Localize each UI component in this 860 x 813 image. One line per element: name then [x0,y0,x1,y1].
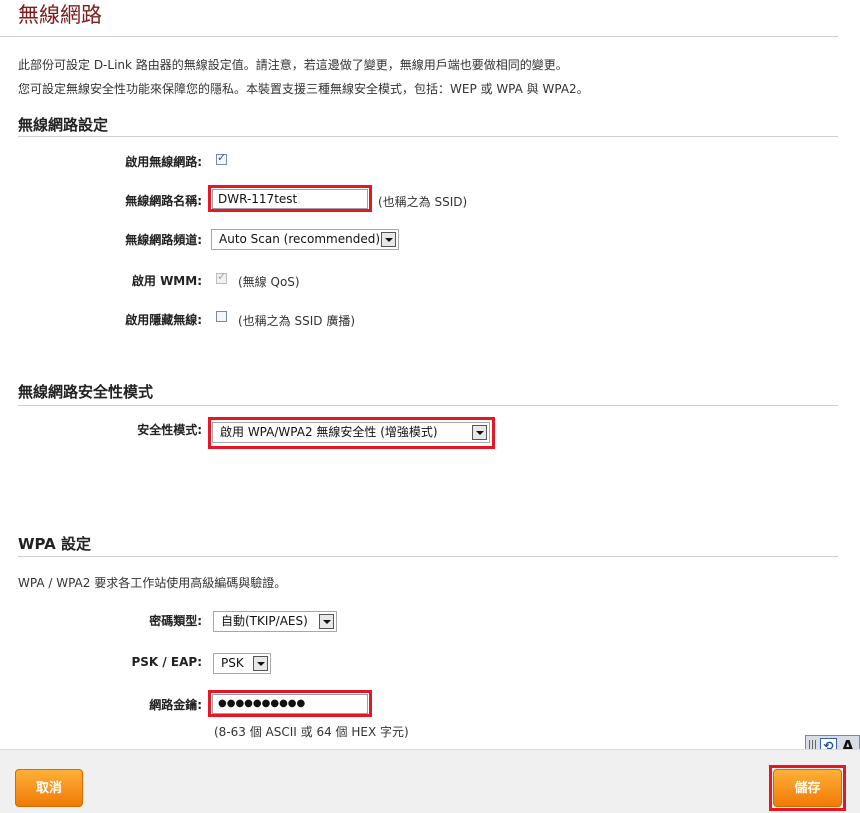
wpa-description: WPA / WPA2 要求各工作站使用高級編碼與驗證。 [18,576,287,590]
section-divider [18,136,838,137]
cipher-type-value: 自動(TKIP/AES) [221,614,308,628]
intro-text-1: 此部份可設定 D-Link 路由器的無線設定值。請注意，若這邊做了變更，無線用戶… [18,58,568,72]
intro-text-2: 您可設定無線安全性功能來保障您的隱私。本裝置支援三種無線安全模式，包括：WEP … [18,82,589,96]
hidden-wireless-checkbox[interactable] [216,311,227,322]
cipher-type-select[interactable]: 自動(TKIP/AES) [213,611,337,632]
ssid-note: (也稱之為 SSID) [378,195,468,209]
hidden-wireless-label: 啟用隱藏無線: [125,313,202,327]
chevron-down-icon [472,425,487,440]
wmm-label: 啟用 WMM: [131,274,202,288]
section-title-security: 無線網路安全性模式 [18,383,154,401]
section-divider [18,556,838,557]
channel-label: 無線網路頻道: [125,233,202,247]
wmm-checkbox: ✓ [216,270,227,284]
psk-eap-value: PSK [221,656,244,670]
security-mode-value: 啟用 WPA/WPA2 無線安全性 (增強模式) [220,425,438,439]
save-button[interactable]: 儲存 [773,769,842,807]
page-title: 無線網路 [18,3,102,27]
cancel-button[interactable]: 取消 [15,769,83,807]
security-mode-label: 安全性模式: [137,423,202,437]
footer-bar: 取消 儲存 [0,749,860,813]
enable-wireless-label: 啟用無線網路: [125,155,202,169]
chevron-down-icon [381,232,396,247]
wmm-note: (無線 QoS) [238,275,300,289]
section-title-wireless: 無線網路設定 [18,116,109,134]
title-divider [0,36,838,37]
network-key-label: 網路金鑰: [149,698,202,712]
channel-value: Auto Scan (recommended) [219,232,381,246]
ssid-label: 無線網路名稱: [125,194,202,208]
network-key-note: (8-63 個 ASCII 或 64 個 HEX 字元) [214,725,409,739]
chevron-down-icon [319,614,334,629]
ssid-input[interactable]: DWR-117test [212,189,368,209]
check-icon: ✓ [217,270,227,283]
section-divider [18,405,838,406]
chevron-down-icon [253,656,268,671]
enable-wireless-checkbox[interactable]: ✓ [216,151,227,165]
security-mode-select[interactable]: 啟用 WPA/WPA2 無線安全性 (增強模式) [212,422,490,443]
check-icon: ✓ [217,151,227,164]
section-title-wpa: WPA 設定 [18,535,91,553]
psk-eap-select[interactable]: PSK [213,653,271,674]
hidden-wireless-note: (也稱之為 SSID 廣播) [238,314,356,328]
channel-select[interactable]: Auto Scan (recommended) [211,229,399,250]
psk-eap-label: PSK / EAP: [131,655,202,669]
network-key-input[interactable]: ●●●●●●●●●● [212,694,368,714]
cipher-type-label: 密碼類型: [149,614,202,628]
